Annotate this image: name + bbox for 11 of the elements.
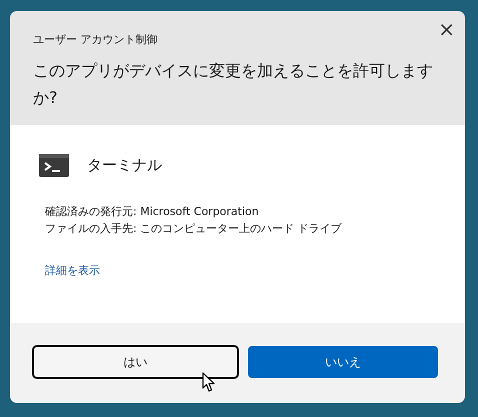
detail-text: 確認済みの発行元: Microsoft Corporation <box>45 204 260 220</box>
detail-text: ファイルの入手先: このコンピューター上のハード ドライブ <box>45 221 343 237</box>
details-link[interactable]: 詳細を表示 <box>45 263 100 278</box>
cursor-icon <box>202 372 216 393</box>
close-button[interactable]: × <box>434 19 459 39</box>
no-button[interactable]: いいえ <box>248 346 438 378</box>
terminal-icon <box>39 154 69 177</box>
app-name: ターミナル <box>87 156 162 175</box>
dialog-heading: このアプリがデバイスに変更を加えることを許可しますか? <box>33 60 434 109</box>
yes-button[interactable]: はい <box>32 345 239 379</box>
window-title: ユーザー アカウント制御 <box>33 32 158 47</box>
